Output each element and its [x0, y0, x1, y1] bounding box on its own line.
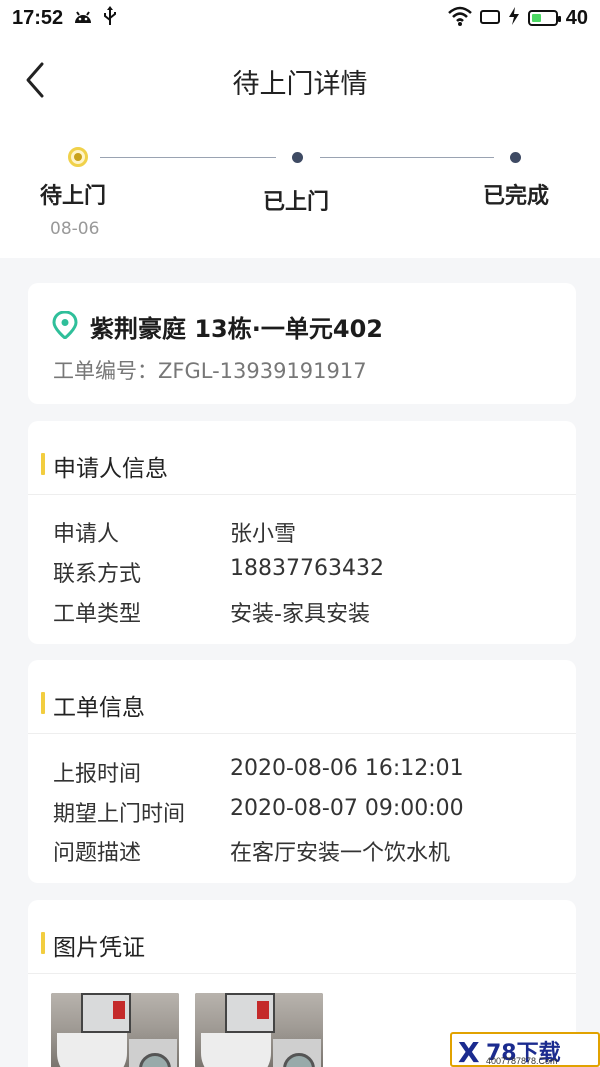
- info-label: 工单类型: [53, 602, 142, 627]
- step-label-2: 已上门: [263, 190, 330, 215]
- status-time: 17:52: [12, 6, 64, 29]
- info-label: 期望上门时间: [53, 802, 186, 827]
- charging-icon: [508, 6, 520, 30]
- watermark-mark: X: [458, 1036, 480, 1067]
- address-card: 紫荆豪庭 13栋·一单元402 工单编号：ZFGL-13939191917: [28, 283, 576, 404]
- battery-icon: [527, 10, 561, 26]
- battery-level: 40: [565, 6, 588, 29]
- photo-thumbnail[interactable]: [51, 993, 179, 1067]
- status-right: 40: [447, 6, 588, 31]
- step-line-1: [100, 157, 276, 158]
- section-title: 工单信息: [53, 695, 145, 721]
- address-text: 紫荆豪庭 13栋·一单元402: [90, 315, 383, 343]
- section-accent-bar: [41, 692, 45, 714]
- watermark-logo: X 78下载 4007787878.Com: [450, 1032, 600, 1067]
- step-date-1: 08-06: [50, 219, 100, 239]
- info-label: 申请人: [53, 522, 120, 547]
- android-icon: [73, 6, 93, 30]
- info-value: 张小雪: [230, 522, 297, 547]
- applicant-card: 申请人信息 申请人 张小雪 联系方式 18837763432 工单类型 安装-家…: [28, 421, 576, 644]
- section-header: 工单信息: [28, 660, 576, 734]
- info-label: 上报时间: [53, 762, 142, 787]
- wifi-icon: [447, 6, 472, 31]
- section-title: 图片凭证: [53, 935, 145, 961]
- info-value: 在客厅安装一个饮水机: [230, 841, 451, 866]
- chevron-left-icon[interactable]: [18, 60, 58, 100]
- progress-steps: 待上门 08-06 已上门 已完成: [0, 138, 600, 248]
- status-bar: 17:52 40: [0, 0, 600, 36]
- order-number: 工单编号：ZFGL-13939191917: [53, 359, 367, 383]
- step-dot-2: [292, 152, 303, 163]
- step-label-3: 已完成: [483, 184, 550, 209]
- screen-icon: [479, 6, 500, 30]
- usb-icon: [103, 5, 117, 31]
- battery-fill: [531, 14, 541, 22]
- info-label: 问题描述: [53, 841, 142, 866]
- section-header: 申请人信息: [28, 421, 576, 495]
- section-header: 图片凭证: [28, 900, 576, 974]
- info-value: 2020-08-07 09:00:00: [230, 796, 464, 821]
- location-pin-icon: [52, 310, 78, 340]
- photo-thumbnail[interactable]: [195, 993, 323, 1067]
- info-label: 联系方式: [53, 562, 142, 587]
- phone-value[interactable]: 18837763432: [230, 556, 384, 581]
- step-dot-3: [510, 152, 521, 163]
- header-area: 17:52 40 待上门详情 待上门 08-06 已上门 已完成: [0, 0, 600, 258]
- watermark-url: 4007787878.Com: [486, 1056, 558, 1066]
- page-title: 待上门详情: [232, 68, 368, 100]
- order-info-card: 工单信息 上报时间 2020-08-06 16:12:01 期望上门时间 202…: [28, 660, 576, 883]
- step-line-2: [320, 157, 494, 158]
- step-dot-active: [68, 147, 88, 167]
- section-title: 申请人信息: [53, 456, 168, 482]
- section-accent-bar: [41, 932, 45, 954]
- info-value: 2020-08-06 16:12:01: [230, 756, 464, 781]
- nav-bar: 待上门详情: [0, 46, 600, 116]
- step-label-1: 待上门: [40, 184, 107, 209]
- info-value: 安装-家具安装: [230, 602, 370, 627]
- section-accent-bar: [41, 453, 45, 475]
